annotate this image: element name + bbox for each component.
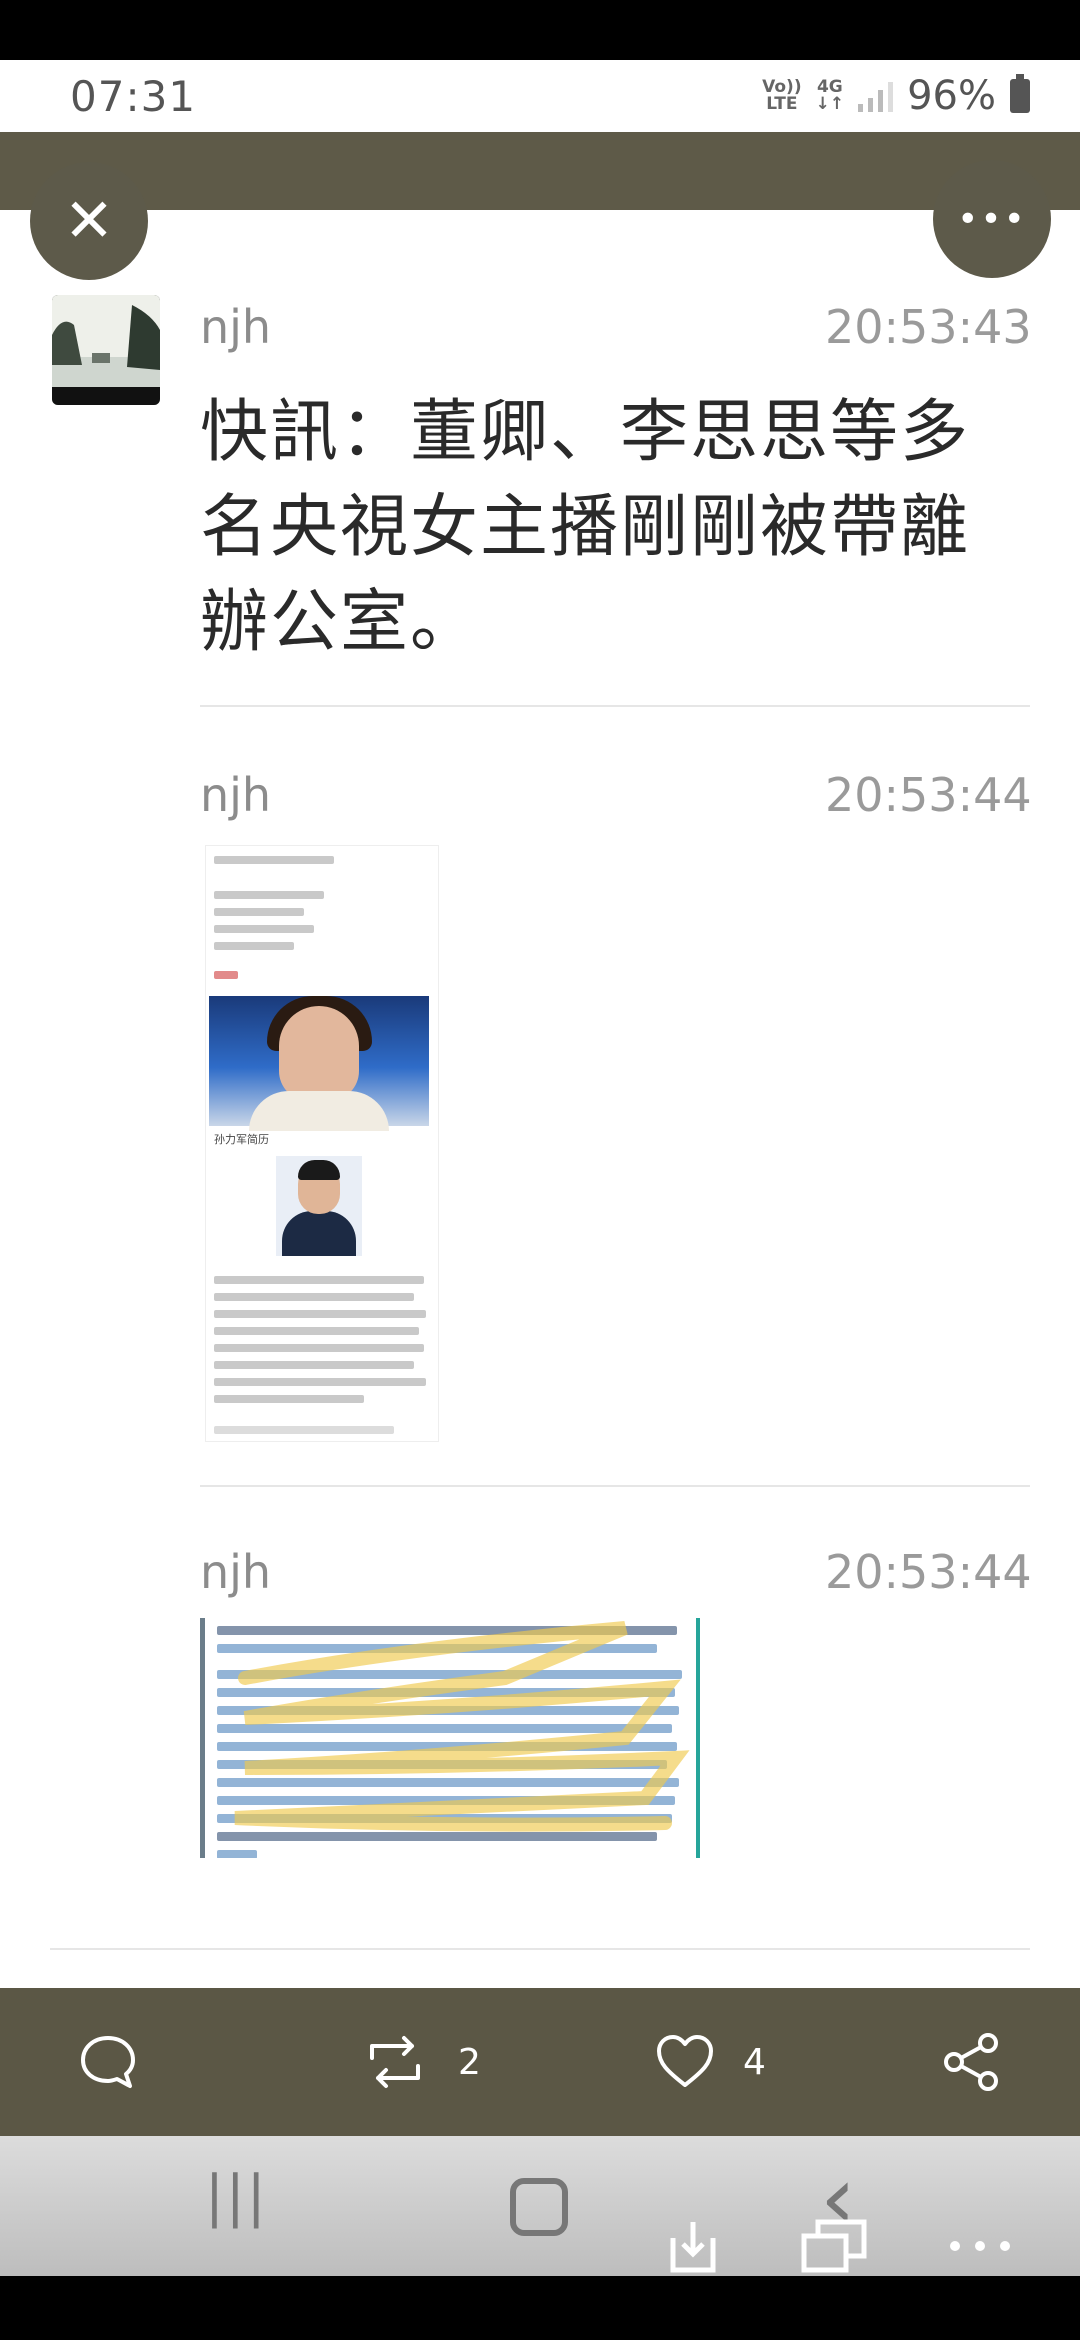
- close-icon: ✕: [63, 186, 115, 256]
- post-username[interactable]: njh: [200, 768, 271, 822]
- post-timestamp: 20:53:44: [825, 768, 1032, 822]
- post-image-article[interactable]: 孙力军简历: [205, 845, 439, 1442]
- avatar-landscape-image: [52, 295, 160, 405]
- download-icon[interactable]: [665, 2214, 721, 2276]
- share-button[interactable]: [940, 1988, 1002, 2136]
- post-image-document[interactable]: [200, 1618, 700, 1858]
- post-username[interactable]: njh: [200, 1545, 271, 1599]
- volte-icon: Vo)) LTE: [762, 77, 802, 114]
- anchor-photo: [209, 996, 429, 1131]
- highlight-scribble: [234, 1621, 690, 1832]
- system-nav-bar: ||| ‹: [0, 2136, 1080, 2276]
- close-button[interactable]: ✕: [30, 162, 148, 280]
- post-text: 快訊：董卿、李思思等多名央視女主播剛剛被帶離辦公室。: [200, 393, 971, 662]
- top-black-band: [0, 0, 1080, 60]
- post-action-bar: 2 4: [0, 1988, 1080, 2136]
- image-caption: 孙力军简历: [214, 1133, 269, 1146]
- post-divider: [200, 1485, 1030, 1487]
- heart-icon: [657, 2035, 713, 2087]
- status-bar: 07:31 Vo)) LTE 4G ↓↑ 96%: [0, 60, 1080, 132]
- battery-icon: [1010, 74, 1030, 113]
- comment-icon: [81, 2036, 135, 2088]
- post-timestamp: 20:53:44: [825, 1545, 1032, 1599]
- status-time: 07:31: [70, 71, 197, 121]
- copy-icon[interactable]: [800, 2216, 870, 2276]
- like-button[interactable]: 4: [655, 1988, 766, 2136]
- repost-button[interactable]: 2: [360, 1988, 481, 2136]
- repost-icon: [370, 2036, 420, 2088]
- status-icons: Vo)) LTE 4G ↓↑ 96%: [762, 73, 1030, 119]
- share-icon: [944, 2033, 998, 2091]
- like-count: 4: [743, 2041, 766, 2083]
- bottom-black-band: [0, 2276, 1080, 2340]
- repost-count: 2: [458, 2041, 481, 2083]
- official-photo: [276, 1156, 362, 1256]
- avatar[interactable]: [52, 295, 160, 405]
- post-timestamp: 20:53:43: [825, 300, 1032, 354]
- more-horizontal-icon[interactable]: [945, 2236, 1015, 2256]
- post-username[interactable]: njh: [200, 300, 271, 354]
- app-header: [0, 132, 1080, 210]
- more-options-button[interactable]: •••: [933, 160, 1051, 278]
- signal-icon: [858, 80, 894, 112]
- feed-end-divider: [50, 1948, 1030, 1950]
- more-icon: •••: [957, 198, 1027, 240]
- reply-button[interactable]: [78, 1988, 138, 2136]
- recent-apps-button[interactable]: |||: [205, 2164, 268, 2229]
- post-divider: [200, 705, 1030, 707]
- home-button[interactable]: [510, 2178, 568, 2236]
- network-4g-icon: 4G ↓↑: [815, 77, 845, 114]
- battery-percent: 96%: [907, 73, 996, 119]
